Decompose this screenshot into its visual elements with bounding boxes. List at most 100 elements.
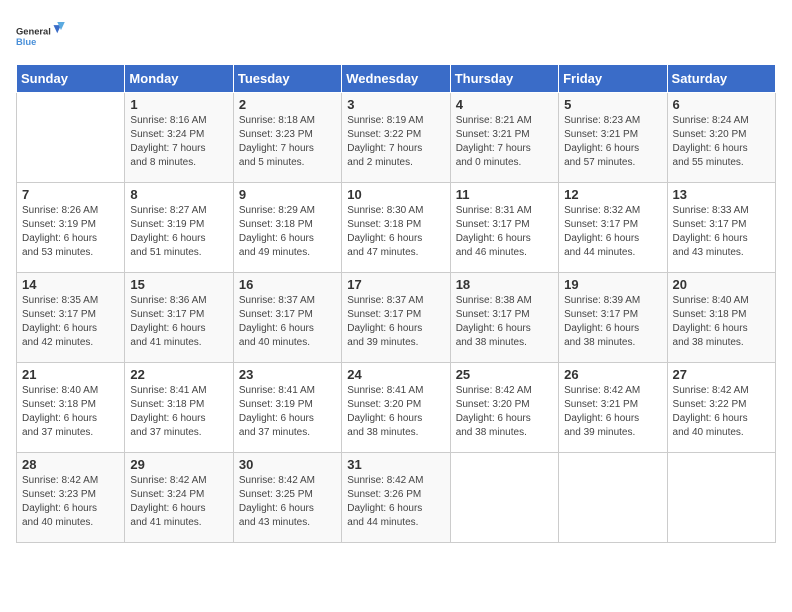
weekday-header: Saturday — [667, 65, 775, 93]
weekday-header: Thursday — [450, 65, 558, 93]
day-info: Sunrise: 8:27 AM Sunset: 3:19 PM Dayligh… — [130, 204, 227, 260]
calendar-cell: 9 Sunrise: 8:29 AM Sunset: 3:18 PM Daylig… — [233, 183, 341, 273]
day-number: 27 — [673, 367, 770, 382]
day-info: Sunrise: 8:39 AM Sunset: 3:17 PM Dayligh… — [564, 294, 661, 350]
weekday-header: Tuesday — [233, 65, 341, 93]
day-info: Sunrise: 8:32 AM Sunset: 3:17 PM Dayligh… — [564, 204, 661, 260]
calendar-cell: 6Sunrise: 8:24 AM Sunset: 3:20 PM Daylig… — [667, 93, 775, 183]
calendar-cell: 16 Sunrise: 8:37 AM Sunset: 3:17 PM Dayli… — [233, 273, 341, 363]
calendar-cell: 1 Sunrise: 8:16 AM Sunset: 3:24 PM Daylig… — [125, 93, 233, 183]
day-number: 29 — [130, 457, 227, 472]
calendar-cell: 28 Sunrise: 8:42 AM Sunset: 3:23 PM Dayli… — [17, 453, 125, 543]
calendar-cell: 27 Sunrise: 8:42 AM Sunset: 3:22 PM Dayli… — [667, 363, 775, 453]
day-info: Sunrise: 8:38 AM Sunset: 3:17 PM Dayligh… — [456, 294, 553, 350]
day-info: Sunrise: 8:33 AM Sunset: 3:17 PM Dayligh… — [673, 204, 770, 260]
day-info: Sunrise: 8:16 AM Sunset: 3:24 PM Dayligh… — [130, 114, 227, 170]
calendar-week-row: 7 Sunrise: 8:26 AM Sunset: 3:19 PM Daylig… — [17, 183, 776, 273]
day-number: 15 — [130, 277, 227, 292]
day-number: 30 — [239, 457, 336, 472]
calendar-week-row: 28 Sunrise: 8:42 AM Sunset: 3:23 PM Dayli… — [17, 453, 776, 543]
logo: General Blue — [16, 16, 66, 56]
calendar-cell: 4 Sunrise: 8:21 AM Sunset: 3:21 PM Daylig… — [450, 93, 558, 183]
day-number: 16 — [239, 277, 336, 292]
calendar-cell — [667, 453, 775, 543]
day-info: Sunrise: 8:36 AM Sunset: 3:17 PM Dayligh… — [130, 294, 227, 350]
day-number: 11 — [456, 187, 553, 202]
day-number: 8 — [130, 187, 227, 202]
calendar-cell: 19 Sunrise: 8:39 AM Sunset: 3:17 PM Dayli… — [559, 273, 667, 363]
day-info: Sunrise: 8:23 AM Sunset: 3:21 PM Dayligh… — [564, 114, 661, 170]
day-info: Sunrise: 8:42 AM Sunset: 3:23 PM Dayligh… — [22, 474, 119, 530]
day-info: Sunrise: 8:41 AM Sunset: 3:18 PM Dayligh… — [130, 384, 227, 440]
day-number: 14 — [22, 277, 119, 292]
day-number: 4 — [456, 97, 553, 112]
weekday-header-row: SundayMondayTuesdayWednesdayThursdayFrid… — [17, 65, 776, 93]
day-number: 9 — [239, 187, 336, 202]
day-number: 10 — [347, 187, 444, 202]
calendar-cell: 2 Sunrise: 8:18 AM Sunset: 3:23 PM Daylig… — [233, 93, 341, 183]
svg-text:Blue: Blue — [16, 37, 36, 47]
calendar-cell: 10 Sunrise: 8:30 AM Sunset: 3:18 PM Dayli… — [342, 183, 450, 273]
day-number: 19 — [564, 277, 661, 292]
day-info: Sunrise: 8:35 AM Sunset: 3:17 PM Dayligh… — [22, 294, 119, 350]
calendar-cell — [17, 93, 125, 183]
calendar-week-row: 21 Sunrise: 8:40 AM Sunset: 3:18 PM Dayli… — [17, 363, 776, 453]
calendar-cell: 26 Sunrise: 8:42 AM Sunset: 3:21 PM Dayli… — [559, 363, 667, 453]
calendar-cell: 12 Sunrise: 8:32 AM Sunset: 3:17 PM Dayli… — [559, 183, 667, 273]
day-info: Sunrise: 8:37 AM Sunset: 3:17 PM Dayligh… — [347, 294, 444, 350]
calendar-cell: 29 Sunrise: 8:42 AM Sunset: 3:24 PM Dayli… — [125, 453, 233, 543]
day-info: Sunrise: 8:29 AM Sunset: 3:18 PM Dayligh… — [239, 204, 336, 260]
day-number: 13 — [673, 187, 770, 202]
calendar-week-row: 14 Sunrise: 8:35 AM Sunset: 3:17 PM Dayli… — [17, 273, 776, 363]
day-info: Sunrise: 8:40 AM Sunset: 3:18 PM Dayligh… — [22, 384, 119, 440]
calendar-cell: 8 Sunrise: 8:27 AM Sunset: 3:19 PM Daylig… — [125, 183, 233, 273]
day-number: 28 — [22, 457, 119, 472]
day-number: 22 — [130, 367, 227, 382]
day-info: Sunrise: 8:42 AM Sunset: 3:20 PM Dayligh… — [456, 384, 553, 440]
day-number: 2 — [239, 97, 336, 112]
weekday-header: Monday — [125, 65, 233, 93]
day-number: 18 — [456, 277, 553, 292]
calendar-cell: 7 Sunrise: 8:26 AM Sunset: 3:19 PM Daylig… — [17, 183, 125, 273]
day-number: 25 — [456, 367, 553, 382]
day-info: Sunrise: 8:42 AM Sunset: 3:25 PM Dayligh… — [239, 474, 336, 530]
calendar-cell: 30 Sunrise: 8:42 AM Sunset: 3:25 PM Dayli… — [233, 453, 341, 543]
calendar-cell: 17 Sunrise: 8:37 AM Sunset: 3:17 PM Dayli… — [342, 273, 450, 363]
day-info: Sunrise: 8:37 AM Sunset: 3:17 PM Dayligh… — [239, 294, 336, 350]
day-info: Sunrise: 8:42 AM Sunset: 3:24 PM Dayligh… — [130, 474, 227, 530]
calendar-cell: 23Sunrise: 8:41 AM Sunset: 3:19 PM Dayli… — [233, 363, 341, 453]
calendar-cell — [559, 453, 667, 543]
day-info: Sunrise: 8:41 AM Sunset: 3:20 PM Dayligh… — [347, 384, 444, 440]
day-info: Sunrise: 8:24 AM Sunset: 3:20 PM Dayligh… — [673, 114, 770, 170]
day-info: Sunrise: 8:42 AM Sunset: 3:26 PM Dayligh… — [347, 474, 444, 530]
day-info: Sunrise: 8:31 AM Sunset: 3:17 PM Dayligh… — [456, 204, 553, 260]
day-info: Sunrise: 8:18 AM Sunset: 3:23 PM Dayligh… — [239, 114, 336, 170]
day-info: Sunrise: 8:19 AM Sunset: 3:22 PM Dayligh… — [347, 114, 444, 170]
day-number: 26 — [564, 367, 661, 382]
calendar-cell: 22 Sunrise: 8:41 AM Sunset: 3:18 PM Dayli… — [125, 363, 233, 453]
day-number: 21 — [22, 367, 119, 382]
day-number: 5 — [564, 97, 661, 112]
day-info: Sunrise: 8:42 AM Sunset: 3:22 PM Dayligh… — [673, 384, 770, 440]
logo-svg: General Blue — [16, 16, 66, 56]
day-number: 17 — [347, 277, 444, 292]
day-info: Sunrise: 8:26 AM Sunset: 3:19 PM Dayligh… — [22, 204, 119, 260]
calendar-cell: 11 Sunrise: 8:31 AM Sunset: 3:17 PM Dayli… — [450, 183, 558, 273]
day-info: Sunrise: 8:42 AM Sunset: 3:21 PM Dayligh… — [564, 384, 661, 440]
day-info: Sunrise: 8:30 AM Sunset: 3:18 PM Dayligh… — [347, 204, 444, 260]
weekday-header: Wednesday — [342, 65, 450, 93]
day-number: 7 — [22, 187, 119, 202]
day-number: 20 — [673, 277, 770, 292]
calendar-cell: 20 Sunrise: 8:40 AM Sunset: 3:18 PM Dayli… — [667, 273, 775, 363]
day-info: Sunrise: 8:40 AM Sunset: 3:18 PM Dayligh… — [673, 294, 770, 350]
day-number: 23 — [239, 367, 336, 382]
day-number: 24 — [347, 367, 444, 382]
calendar-table: SundayMondayTuesdayWednesdayThursdayFrid… — [16, 64, 776, 543]
calendar-cell: 13 Sunrise: 8:33 AM Sunset: 3:17 PM Dayli… — [667, 183, 775, 273]
day-number: 12 — [564, 187, 661, 202]
day-number: 3 — [347, 97, 444, 112]
svg-text:General: General — [16, 26, 51, 36]
weekday-header: Sunday — [17, 65, 125, 93]
day-number: 1 — [130, 97, 227, 112]
day-info: Sunrise: 8:21 AM Sunset: 3:21 PM Dayligh… — [456, 114, 553, 170]
